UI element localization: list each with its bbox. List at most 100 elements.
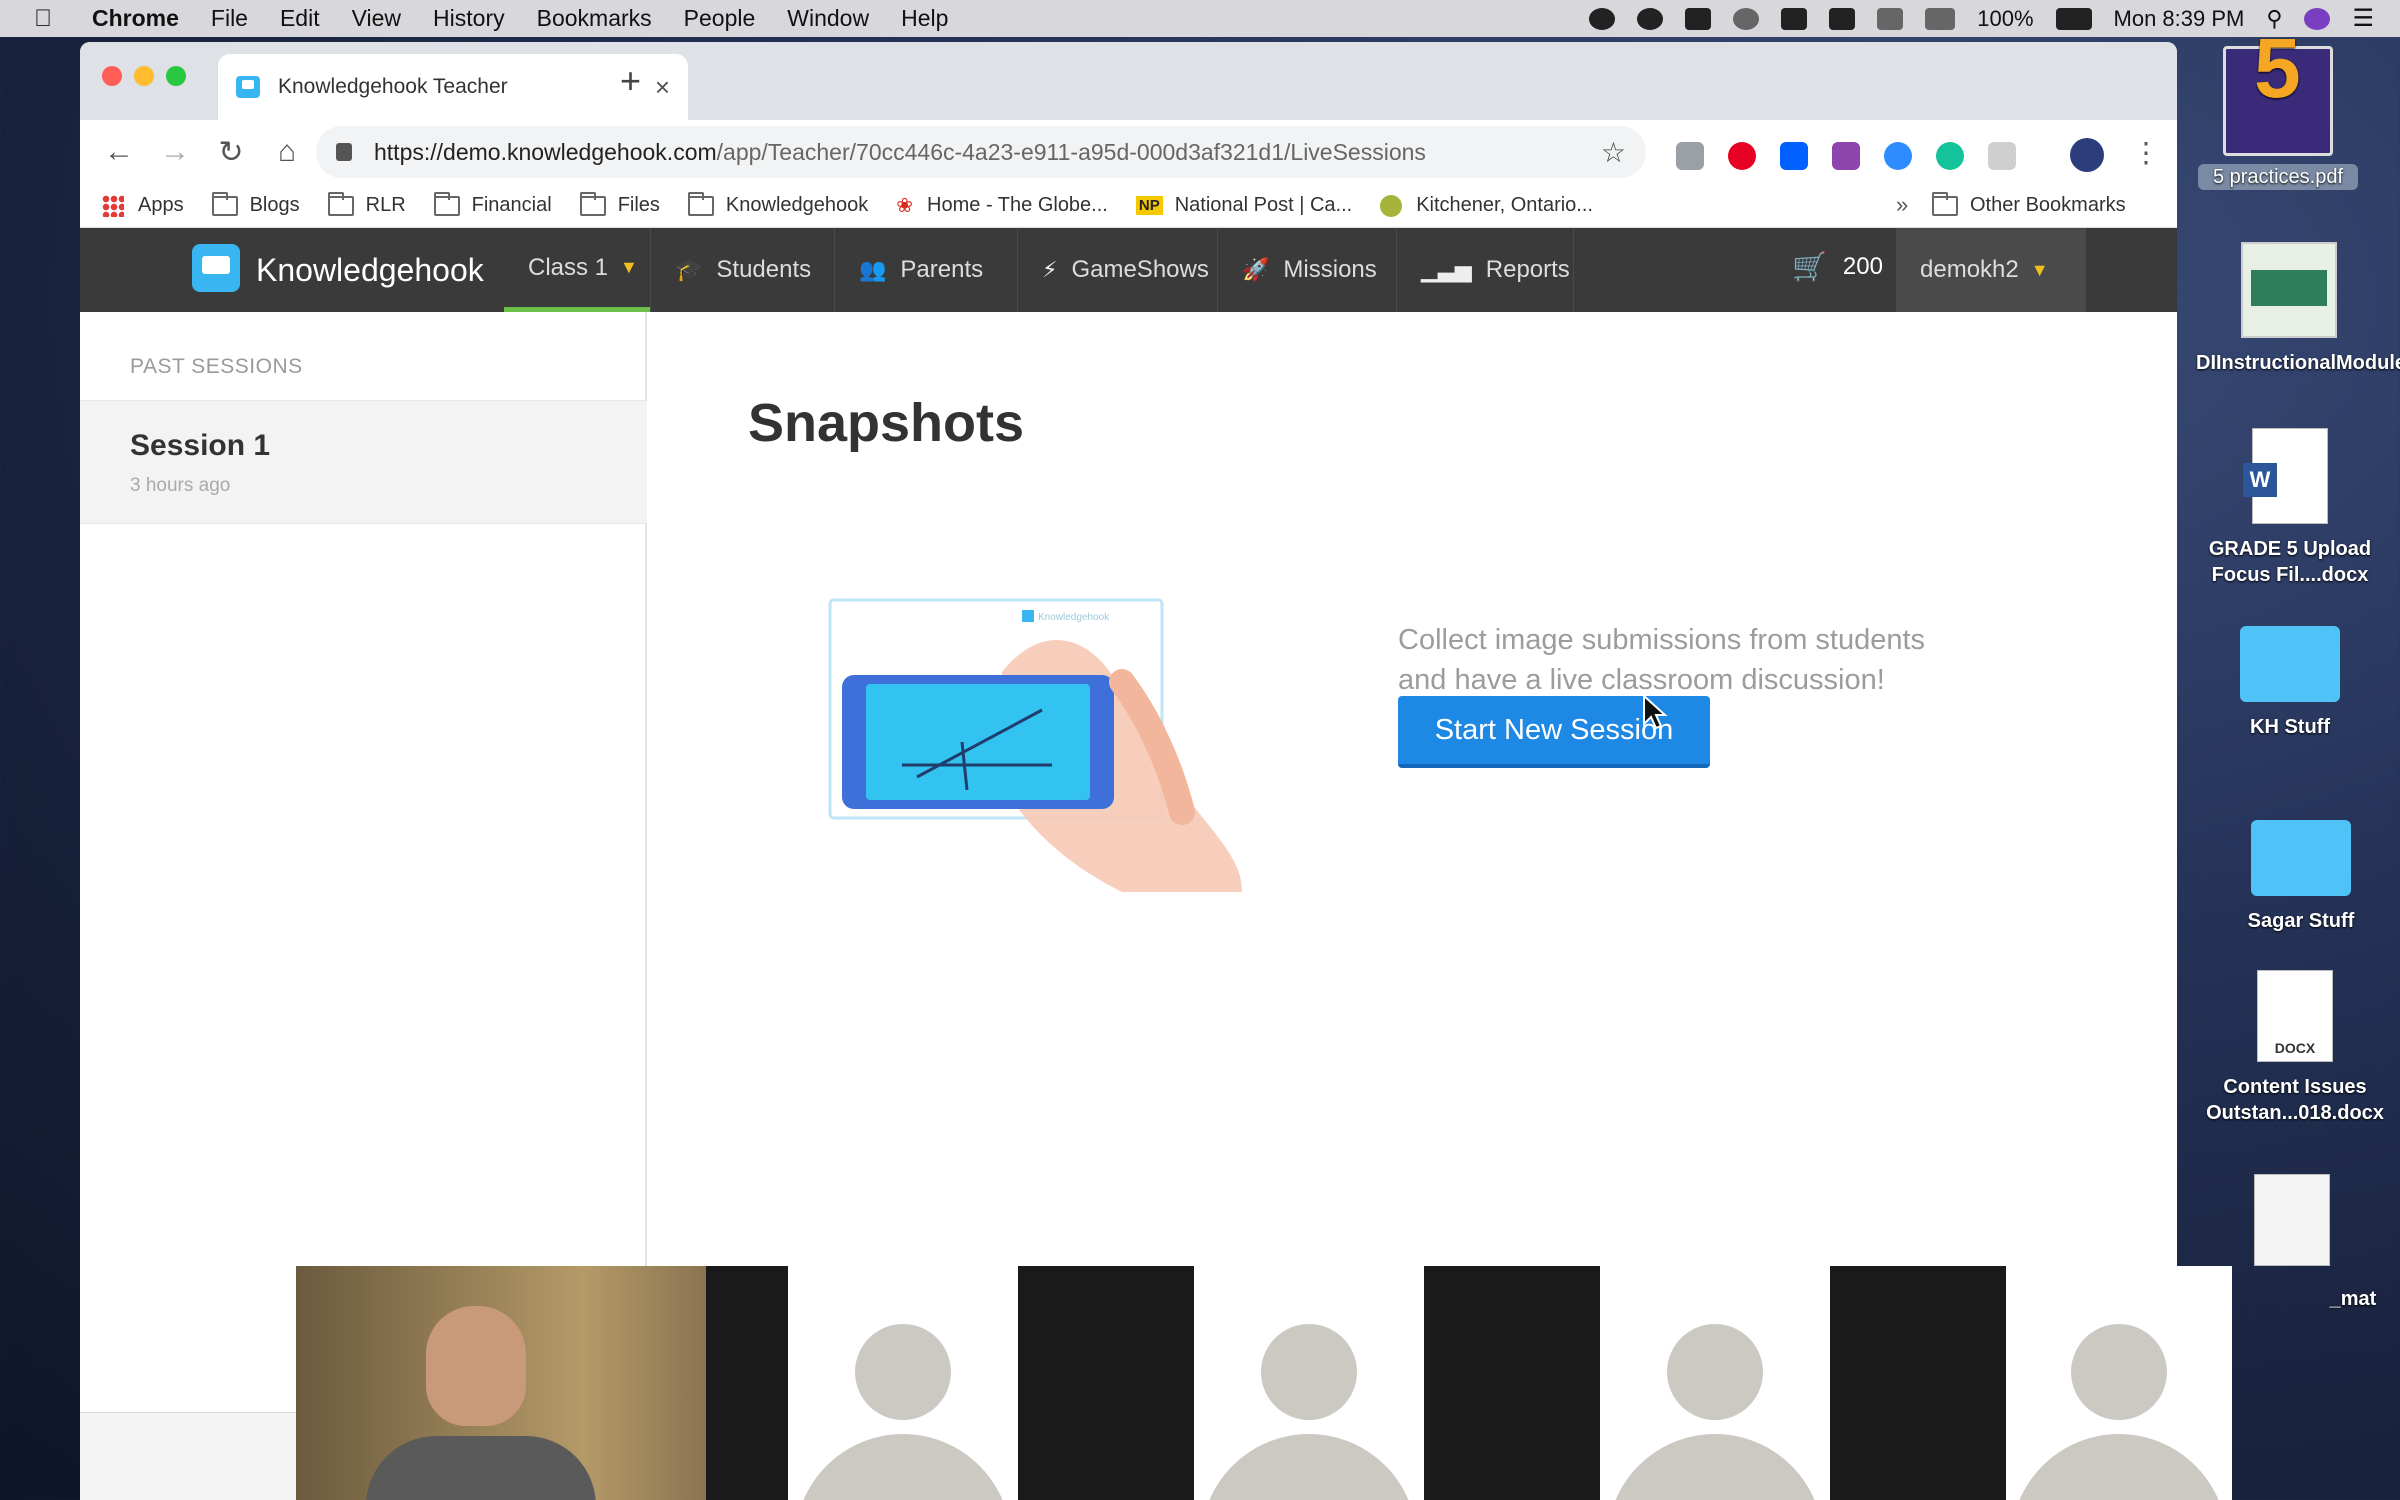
- avatar-body: [795, 1434, 1011, 1500]
- class-selector[interactable]: Class 1 ▼: [504, 228, 650, 312]
- bookmark-apps[interactable]: Apps: [102, 194, 184, 217]
- desktop-folder-kh[interactable]: KH Stuff: [2220, 626, 2360, 740]
- user-menu[interactable]: demokh2 ▼: [1896, 228, 2086, 312]
- page-title: Snapshots: [748, 393, 1025, 453]
- desktop-file-docx[interactable]: W GRADE 5 Upload Focus Fil....docx: [2190, 428, 2390, 588]
- pinterest-icon[interactable]: [1728, 142, 1756, 170]
- nav-missions[interactable]: 🚀 Missions: [1217, 228, 1397, 312]
- nav-gameshows[interactable]: ⚡ GameShows: [1017, 228, 1221, 312]
- bookmark-financial[interactable]: Financial: [433, 191, 552, 217]
- participant-tile[interactable]: [788, 1266, 1018, 1500]
- bookmark-star-icon[interactable]: ☆: [1601, 136, 1626, 169]
- extension-print-icon[interactable]: [1676, 142, 1704, 170]
- participant-tile[interactable]: [1194, 1266, 1424, 1500]
- participant-tile[interactable]: [2006, 1266, 2232, 1500]
- bookmark-other[interactable]: Other Bookmarks: [1932, 191, 2126, 217]
- window-zoom-icon[interactable]: [166, 66, 186, 86]
- video-gap: [1424, 1266, 1600, 1500]
- lock-icon[interactable]: [336, 143, 352, 161]
- menu-app-name[interactable]: Chrome: [92, 5, 179, 32]
- desktop-file-ppt[interactable]: DIInstructionalModule2011.ppt: [2196, 242, 2400, 376]
- tab-close-icon[interactable]: ×: [655, 72, 670, 103]
- wifi-icon[interactable]: [1925, 7, 1956, 30]
- grammarly-icon[interactable]: [1936, 142, 1964, 170]
- folder-icon: [211, 191, 238, 216]
- window-close-icon[interactable]: [102, 66, 122, 86]
- tab-knowledgehook[interactable]: Knowledgehook Teacher ×: [218, 54, 688, 120]
- tab-strip: Knowledgehook Teacher × +: [80, 42, 2177, 120]
- menu-edit[interactable]: Edit: [280, 5, 320, 32]
- notification-center-icon[interactable]: ☰: [2352, 4, 2374, 33]
- bookmark-national-post[interactable]: NP National Post | Ca...: [1135, 194, 1352, 217]
- address-bar[interactable]: https://demo.knowledgehook.com/app/Teach…: [316, 126, 1646, 178]
- airmail-icon[interactable]: [1781, 7, 1808, 30]
- desktop-file-pdf[interactable]: 5 5 practices.pdf: [2198, 26, 2358, 190]
- record-icon[interactable]: [1589, 7, 1616, 30]
- home-icon[interactable]: ⌂: [270, 135, 304, 169]
- dropbox-ext-icon[interactable]: [1780, 142, 1808, 170]
- bookmark-kitchener[interactable]: Kitchener, Ontario...: [1380, 194, 1593, 217]
- creative-cloud-icon[interactable]: [1637, 7, 1664, 30]
- extension-puzzle-icon[interactable]: [1832, 142, 1860, 170]
- class-label: Class 1: [528, 253, 609, 281]
- np-logo-icon: NP: [1135, 196, 1163, 215]
- profile-avatar[interactable]: [2070, 138, 2104, 172]
- bookmark-blogs[interactable]: Blogs: [211, 191, 300, 217]
- bi-icon[interactable]: [1685, 7, 1712, 30]
- clock[interactable]: Mon 8:39 PM: [2114, 6, 2245, 32]
- menu-history[interactable]: History: [433, 5, 505, 32]
- folder-icon: [327, 191, 354, 216]
- session-list-item[interactable]: Session 1 3 hours ago: [80, 400, 647, 524]
- forward-icon[interactable]: →: [158, 135, 192, 169]
- bookmark-files[interactable]: Files: [579, 191, 660, 217]
- pdf-thumbnail-icon: 5: [2223, 26, 2333, 156]
- desktop-file-partial[interactable]: [2252, 1174, 2332, 1266]
- battery-icon[interactable]: [2055, 7, 2092, 30]
- brand-name[interactable]: Knowledgehook: [256, 252, 484, 289]
- presenter-video-tile[interactable]: [296, 1266, 706, 1500]
- avatar-head: [855, 1324, 951, 1420]
- window-minimize-icon[interactable]: [134, 66, 154, 86]
- bookmarks-bar: Apps Blogs RLR Financial Files Knowledge…: [80, 184, 2177, 228]
- menu-help[interactable]: Help: [901, 5, 948, 32]
- bookmark-rlr[interactable]: RLR: [327, 191, 406, 217]
- new-tab-icon[interactable]: +: [620, 60, 641, 102]
- airplay-icon[interactable]: [1877, 7, 1904, 30]
- desktop-folder-sagar[interactable]: Sagar Stuff: [2216, 820, 2386, 934]
- sidebar: PAST SESSIONS Session 1 3 hours ago: [80, 312, 647, 1267]
- menu-view[interactable]: View: [352, 5, 401, 32]
- video-gap: [1018, 1266, 1194, 1500]
- zoom-icon[interactable]: [1884, 142, 1912, 170]
- reload-icon[interactable]: ↻: [214, 135, 248, 170]
- cart-icon: 🛒: [1792, 251, 1827, 282]
- participant-tile[interactable]: [1600, 1266, 1830, 1500]
- cart[interactable]: 🛒 200: [1792, 250, 1883, 283]
- desktop-label: DIInstructionalModule2011.ppt: [2196, 352, 2400, 374]
- knowledgehook-logo-icon[interactable]: [192, 244, 240, 292]
- nav-reports[interactable]: ▁▃▅ Reports: [1396, 228, 1574, 312]
- bookmark-globe[interactable]: ❀ Home - The Globe...: [896, 193, 1108, 218]
- presenter-shirt: [366, 1436, 596, 1500]
- desktop-file-content-issues[interactable]: DOCX Content Issues Outstan...018.docx: [2190, 970, 2400, 1126]
- back-icon[interactable]: ←: [102, 135, 136, 169]
- apple-icon[interactable]: : [34, 5, 64, 33]
- menu-people[interactable]: People: [684, 5, 756, 32]
- extension-b-icon[interactable]: [1988, 142, 2016, 170]
- bookmark-label: RLR: [365, 194, 406, 216]
- folder-icon: [2240, 626, 2340, 702]
- chevron-down-icon: ▼: [2030, 259, 2049, 280]
- bolt-icon: ⚡: [1042, 257, 1058, 282]
- word-badge: W: [2243, 463, 2277, 497]
- chrome-menu-icon[interactable]: ⋮: [2132, 136, 2160, 169]
- menu-window[interactable]: Window: [787, 5, 869, 32]
- cart-count: 200: [1842, 252, 1883, 280]
- menu-file[interactable]: File: [211, 5, 248, 32]
- bookmarks-overflow-icon[interactable]: »: [1896, 192, 1908, 218]
- menu-bookmarks[interactable]: Bookmarks: [537, 5, 652, 32]
- dropbox-icon[interactable]: [1829, 7, 1856, 30]
- bookmark-knowledgehook[interactable]: Knowledgehook: [687, 191, 868, 217]
- sync-icon[interactable]: [1733, 7, 1760, 30]
- nav-parents[interactable]: 👥 Parents: [834, 228, 1034, 312]
- graduation-cap-icon: 🎓: [675, 257, 703, 282]
- siri-icon[interactable]: [2304, 7, 2331, 30]
